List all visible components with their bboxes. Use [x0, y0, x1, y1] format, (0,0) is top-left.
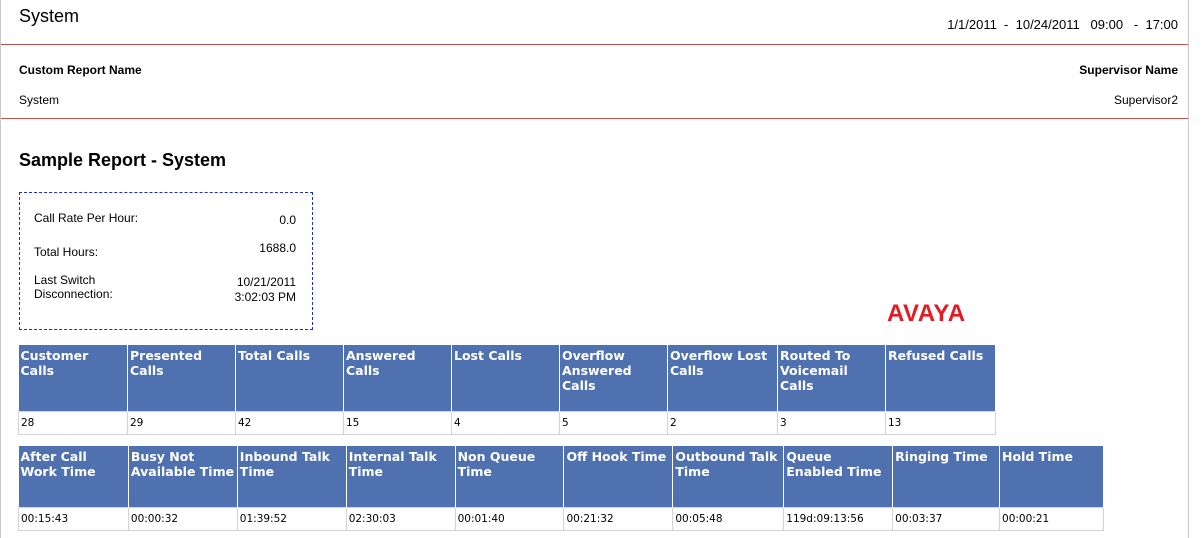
cell-after-call-work-time: 00:15:43 — [18, 506, 129, 531]
col-lost-calls: Lost Calls — [451, 345, 560, 411]
col-inbound-talk-time: Inbound Talk Time — [237, 446, 347, 507]
date-range: 1/1/2011 - 10/24/2011 — [947, 17, 1080, 32]
report-page: System 1/1/2011 - 10/24/2011 09:00 - 17:… — [0, 0, 1189, 538]
col-busy-not-available-time: Busy Not Available Time — [128, 446, 238, 507]
col-refused-calls: Refused Calls — [885, 345, 996, 411]
cell-non-queue-time: 00:01:40 — [454, 506, 565, 531]
cell-lost-calls: 4 — [451, 410, 560, 435]
cell-hold-time: 00:00:21 — [999, 506, 1104, 531]
table-row: 28 29 42 15 4 5 2 3 13 — [18, 410, 996, 435]
col-routed-to-voicemail-calls: Routed To Voicemail Calls — [777, 345, 886, 411]
col-outbound-talk-time: Outbound Talk Time — [672, 446, 785, 507]
summary-stats-box: Call Rate Per Hour: 0.0 Total Hours: 168… — [19, 192, 313, 330]
col-ringing-time: Ringing Time — [892, 446, 1001, 507]
cell-overflow-answered-calls: 5 — [559, 410, 668, 435]
stat-value-total-hours: 1688.0 — [259, 241, 296, 255]
cell-inbound-talk-time: 01:39:52 — [236, 506, 347, 531]
stat-value-last-disconnect: 10/21/2011 3:02:03 PM — [234, 275, 296, 304]
col-off-hook-time: Off Hook Time — [563, 446, 674, 507]
cell-refused-calls: 13 — [885, 410, 996, 435]
cell-busy-not-available-time: 00:00:32 — [127, 506, 238, 531]
time-range: 09:00 - 17:00 — [1090, 17, 1178, 32]
col-hold-time: Hold Time — [999, 446, 1104, 507]
cell-total-calls: 42 — [235, 410, 344, 435]
stat-value-call-rate: 0.0 — [279, 213, 296, 227]
stat-label-total-hours: Total Hours: — [34, 245, 99, 259]
cell-customer-calls: 28 — [18, 410, 128, 435]
col-total-calls: Total Calls — [235, 345, 344, 411]
cell-presented-calls: 29 — [127, 410, 236, 435]
report-meta: Custom Report Name System Supervisor Nam… — [1, 45, 1188, 119]
col-answered-calls: Answered Calls — [343, 345, 452, 411]
col-overflow-answered-calls: Overflow Answered Calls — [559, 345, 668, 411]
stat-label-call-rate: Call Rate Per Hour: — [34, 211, 139, 225]
cell-overflow-lost-calls: 2 — [667, 410, 778, 435]
col-after-call-work-time: After Call Work Time — [18, 446, 129, 507]
cell-queue-enabled-time: 119d:09:13:56 — [783, 506, 894, 531]
header-title: System — [19, 6, 80, 26]
report-header: System 1/1/2011 - 10/24/2011 09:00 - 17:… — [1, 0, 1188, 45]
avaya-logo: AVAYA — [887, 300, 966, 327]
cell-ringing-time: 00:03:37 — [892, 506, 1001, 531]
cell-off-hook-time: 00:21:32 — [563, 506, 674, 531]
table-row: 00:15:43 00:00:32 01:39:52 02:30:03 00:0… — [18, 506, 1104, 531]
col-overflow-lost-calls: Overflow Lost Calls — [667, 345, 778, 411]
cell-outbound-talk-time: 00:05:48 — [672, 506, 785, 531]
stat-label-last-disconnect: Last Switch Disconnection: — [34, 273, 113, 301]
col-non-queue-time: Non Queue Time — [455, 446, 565, 507]
cell-internal-talk-time: 02:30:03 — [345, 506, 456, 531]
calls-header-row: Customer Calls Presented Calls Total Cal… — [18, 345, 996, 411]
cell-answered-calls: 15 — [343, 410, 452, 435]
cell-routed-to-voicemail-calls: 3 — [777, 410, 886, 435]
calls-table: Customer Calls Presented Calls Total Cal… — [18, 345, 996, 435]
col-customer-calls: Customer Calls — [18, 345, 128, 411]
col-queue-enabled-time: Queue Enabled Time — [783, 446, 894, 507]
header-range: 1/1/2011 - 10/24/2011 09:00 - 17:00 — [947, 17, 1178, 32]
report-title: Sample Report - System — [19, 150, 227, 170]
report-name-label: Custom Report Name — [19, 63, 142, 77]
times-header-row: After Call Work Time Busy Not Available … — [18, 446, 1104, 507]
times-table: After Call Work Time Busy Not Available … — [18, 446, 1104, 531]
report-name-value: System — [19, 93, 60, 107]
supervisor-value: Supervisor2 — [1113, 93, 1178, 107]
supervisor-label: Supervisor Name — [1079, 63, 1178, 77]
col-internal-talk-time: Internal Talk Time — [346, 446, 456, 507]
col-presented-calls: Presented Calls — [127, 345, 236, 411]
